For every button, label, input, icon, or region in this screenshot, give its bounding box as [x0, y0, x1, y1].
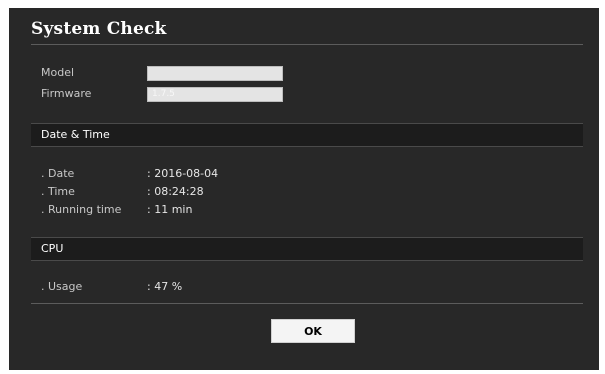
date-time-heading: Date & Time	[41, 128, 110, 141]
time-label: . Time	[41, 185, 75, 198]
footer-divider	[31, 303, 583, 304]
date-value: : 2016-08-04	[147, 167, 219, 180]
cpu-section-header: CPU	[31, 237, 583, 261]
usage-label: . Usage	[41, 280, 83, 293]
usage-value: : 47 %	[147, 280, 183, 293]
firmware-field: 1.7.5	[147, 87, 283, 102]
ok-button[interactable]: OK	[271, 319, 355, 343]
time-value: : 08:24:28	[147, 185, 204, 198]
firmware-label: Firmware	[41, 87, 92, 100]
cpu-heading: CPU	[41, 242, 64, 255]
date-time-section-header: Date & Time	[31, 123, 583, 147]
running-time-label: . Running time	[41, 203, 122, 216]
model-label: Model	[41, 66, 75, 79]
running-time-value: : 11 min	[147, 203, 193, 216]
dialog-title: System Check	[31, 19, 167, 39]
date-label: . Date	[41, 167, 75, 180]
title-divider	[31, 44, 583, 45]
system-check-dialog: System Check Model Firmware 1.7.5 Date &…	[9, 8, 599, 370]
model-field	[147, 66, 283, 81]
